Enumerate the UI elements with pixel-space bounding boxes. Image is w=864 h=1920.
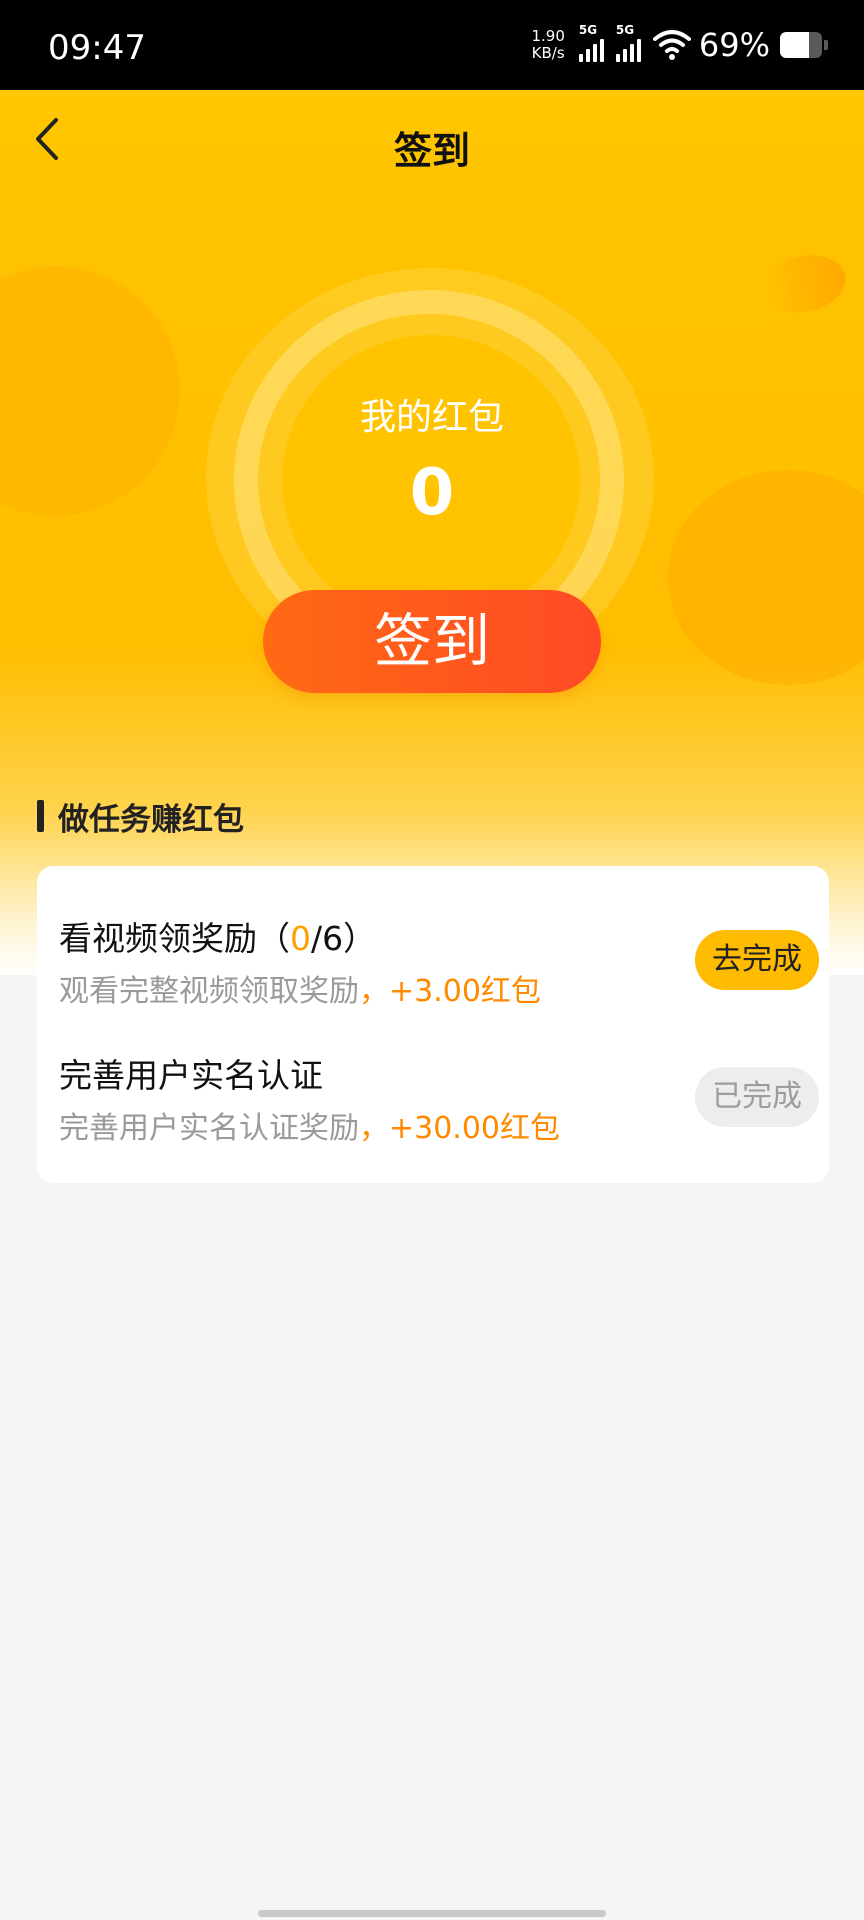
task-title-prefix: 看视频领奖励（	[59, 919, 290, 958]
task-title: 完善用户实名认证	[59, 1056, 323, 1095]
task-item-watch-video: 看视频领奖励（0/6） 观看完整视频领取奖励，+3.00红包 去完成	[59, 912, 819, 1022]
task-progress-total: /6）	[311, 919, 377, 958]
nav-bar: 签到	[0, 90, 864, 200]
section-title: 做任务赚红包	[58, 801, 244, 838]
battery-fill	[780, 32, 809, 58]
task-description-text: 观看完整视频领取奖励	[59, 974, 359, 1009]
wallet-label: 我的红包	[359, 397, 504, 438]
network-speed-unit: KB/s	[531, 44, 565, 62]
section-accent-bar	[37, 800, 44, 832]
signal-icon: 5G	[615, 23, 641, 62]
wifi-icon	[652, 30, 691, 60]
network-speed: 1.90 KB/s	[531, 28, 564, 62]
task-item-real-name: 完善用户实名认证 完善用户实名认证奖励，+30.00红包 已完成	[59, 1049, 819, 1159]
task-reward: ，+3.00红包	[359, 974, 541, 1009]
battery-icon	[780, 32, 822, 58]
signal-label: 5G	[578, 22, 598, 37]
header-background	[0, 90, 864, 975]
sign-in-button[interactable]: 签到	[263, 590, 601, 693]
decor-circle	[668, 470, 864, 685]
battery-cap	[824, 40, 828, 50]
page-title: 签到	[393, 129, 470, 173]
task-title: 看视频领奖励（0/6）	[59, 912, 376, 960]
task-progress-current: 0	[290, 919, 311, 958]
signal-icon: 5G	[578, 23, 604, 62]
wallet-balance: 0	[409, 456, 455, 530]
completed-button[interactable]: 已完成	[695, 1067, 819, 1127]
home-indicator[interactable]	[258, 1910, 606, 1917]
decor-circle	[0, 266, 180, 516]
task-reward: ，+30.00红包	[359, 1111, 561, 1146]
network-speed-value: 1.90	[531, 27, 565, 45]
status-bar: 09:47 1.90 KB/s 5G 5G 69%	[0, 0, 864, 90]
status-indicators: 1.90 KB/s 5G 5G 69%	[531, 22, 828, 68]
signal-label: 5G	[615, 22, 635, 37]
decor-blob	[757, 247, 851, 321]
section-header: 做任务赚红包	[37, 796, 244, 838]
task-list: 看视频领奖励（0/6） 观看完整视频领取奖励，+3.00红包 去完成 完善用户实…	[37, 866, 829, 1183]
go-complete-button[interactable]: 去完成	[695, 930, 819, 990]
task-description: 完善用户实名认证奖励，+30.00红包	[59, 1103, 560, 1147]
status-time: 09:47	[48, 28, 146, 68]
task-description: 观看完整视频领取奖励，+3.00红包	[59, 966, 541, 1010]
battery-percent: 69%	[698, 26, 770, 64]
task-description-text: 完善用户实名认证奖励	[59, 1111, 359, 1146]
